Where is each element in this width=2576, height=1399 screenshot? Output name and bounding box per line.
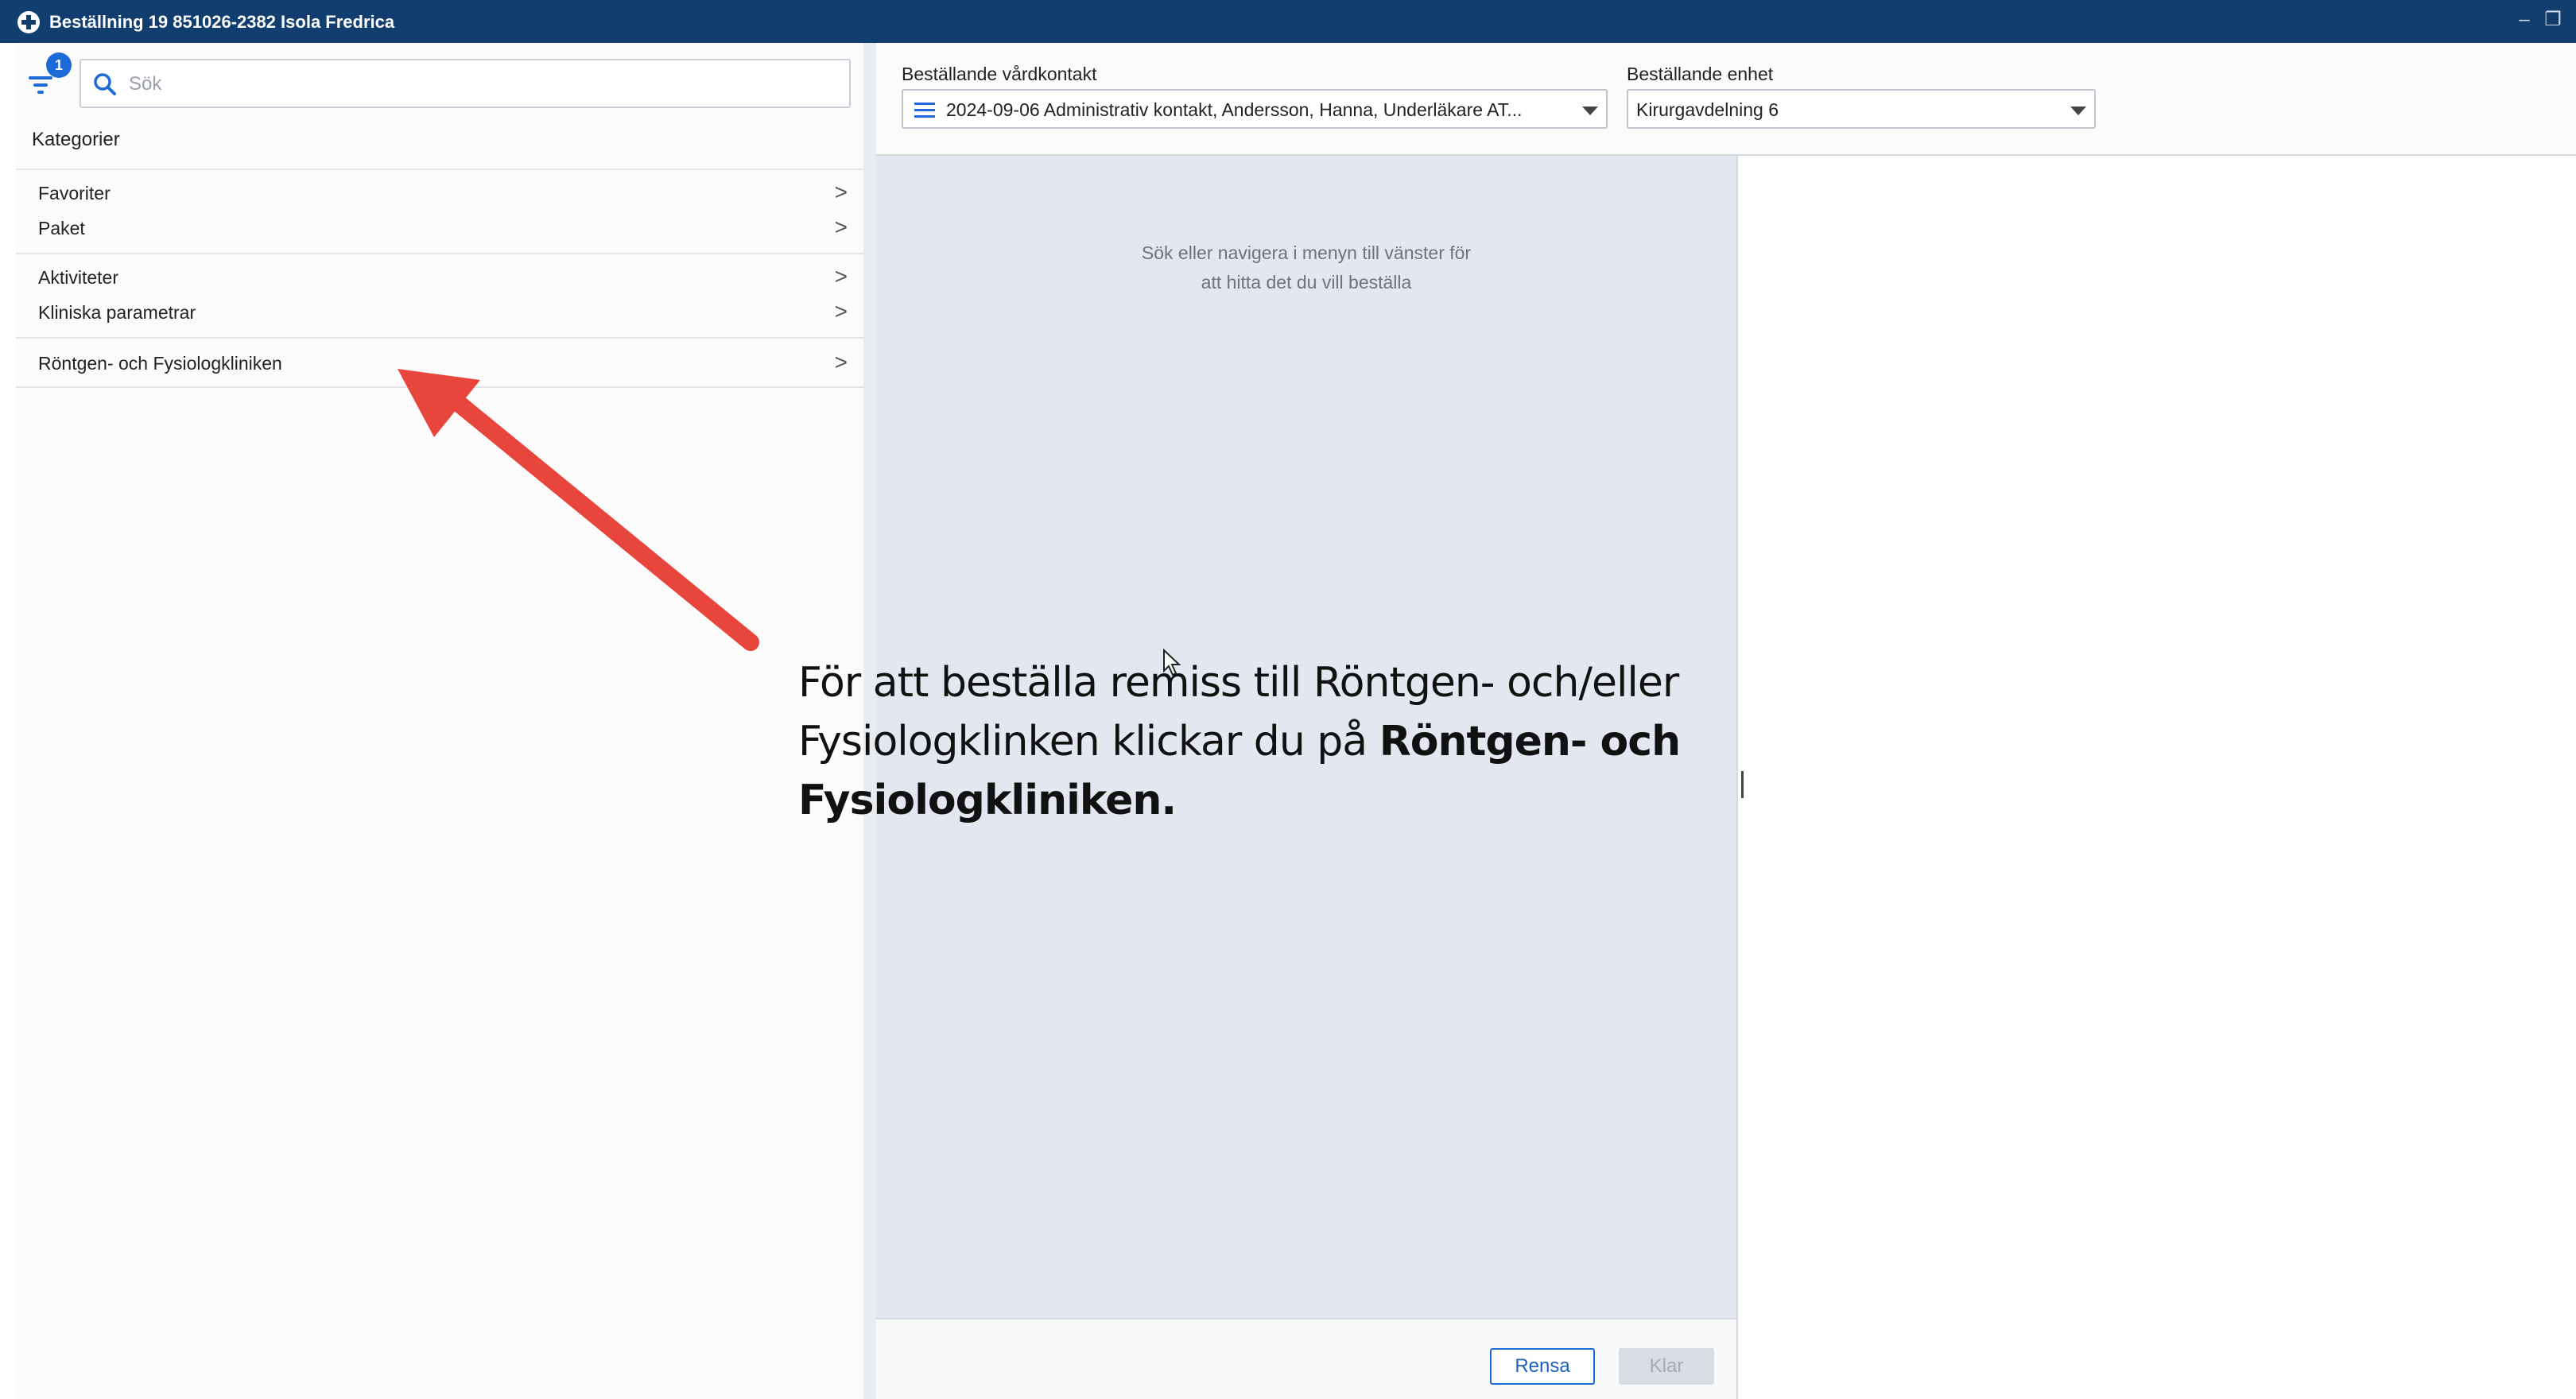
- chevron-right-icon: >: [834, 215, 848, 239]
- category-group-1: Favoriter > Paket >: [16, 169, 863, 253]
- search-box[interactable]: [80, 59, 851, 108]
- contact-value: 2024-09-06 Administrativ kontakt, Anders…: [946, 99, 1523, 120]
- title-bar: Beställning 19 851026-2382 Isola Fredric…: [0, 0, 2576, 43]
- unit-label: Beställande enhet: [1627, 64, 1774, 84]
- window-title: Beställning 19 851026-2382 Isola Fredric…: [49, 12, 395, 32]
- category-label: Kliniska parametrar: [38, 302, 196, 323]
- action-footer: [876, 1318, 1736, 1399]
- category-item-aktiviteter[interactable]: Aktiviteter >: [38, 261, 857, 294]
- filter-count-badge: 1: [46, 52, 72, 78]
- search-icon: [94, 73, 116, 95]
- annotation-line: Fysiologklinken klickar du på Röntgen- o…: [798, 712, 1832, 771]
- annotation-text-part: Fysiologklinken klickar du på: [798, 718, 1379, 765]
- category-label: Aktiviteter: [38, 267, 118, 288]
- detail-pane: [1736, 156, 2576, 1399]
- category-item-rontgen-fysiologkliniken[interactable]: Röntgen- och Fysiologkliniken >: [38, 347, 857, 380]
- annotation-line: För att beställa remiss till Röntgen- oc…: [798, 659, 1679, 707]
- category-group-3: Röntgen- och Fysiologkliniken >: [16, 337, 863, 388]
- annotation-line: Fysiologkliniken.: [798, 771, 1832, 830]
- category-label: Paket: [38, 218, 85, 238]
- category-group-2: Aktiviteter > Kliniska parametrar >: [16, 253, 863, 337]
- done-button[interactable]: Klar: [1619, 1348, 1714, 1385]
- unit-value: Kirurgavdelning 6: [1636, 99, 1779, 120]
- search-input[interactable]: [129, 68, 828, 100]
- category-label: Favoriter: [38, 183, 111, 203]
- minimize-button[interactable]: –: [2512, 8, 2536, 32]
- chevron-right-icon: >: [834, 264, 848, 289]
- restore-button[interactable]: ❐: [2541, 8, 2565, 32]
- chevron-right-icon: >: [834, 350, 848, 374]
- app-window: Beställning 19 851026-2382 Isola Fredric…: [0, 0, 2576, 1399]
- category-item-kliniska-parametrar[interactable]: Kliniska parametrar >: [38, 296, 857, 329]
- annotation-bold: Röntgen- och: [1379, 718, 1681, 765]
- chevron-down-icon: [1582, 107, 1598, 115]
- chevron-down-icon: [2070, 107, 2086, 115]
- category-item-paket[interactable]: Paket >: [38, 211, 857, 245]
- categories-heading: Kategorier: [32, 129, 120, 150]
- category-item-favoriter[interactable]: Favoriter >: [38, 176, 857, 210]
- category-label: Röntgen- och Fysiologkliniken: [38, 353, 282, 374]
- contact-label: Beställande vårdkontakt: [902, 64, 1097, 84]
- annotation-bold: Fysiologkliniken.: [798, 777, 1177, 824]
- annotation-text: För att beställa remiss till Röntgen- oc…: [798, 653, 1832, 830]
- list-icon: [914, 103, 935, 118]
- hint-line: Sök eller navigera i menyn till vänster …: [1141, 242, 1472, 263]
- clear-button[interactable]: Rensa: [1490, 1348, 1595, 1385]
- empty-state-hint: Sök eller navigera i menyn till vänster …: [876, 238, 1736, 297]
- chevron-right-icon: >: [834, 299, 848, 324]
- chevron-right-icon: >: [834, 180, 848, 204]
- hint-line: att hitta det du vill beställa: [1201, 272, 1412, 293]
- contact-select[interactable]: 2024-09-06 Administrativ kontakt, Anders…: [902, 89, 1608, 129]
- unit-select[interactable]: Kirurgavdelning 6: [1627, 89, 2096, 129]
- medical-cross-icon: [17, 11, 40, 33]
